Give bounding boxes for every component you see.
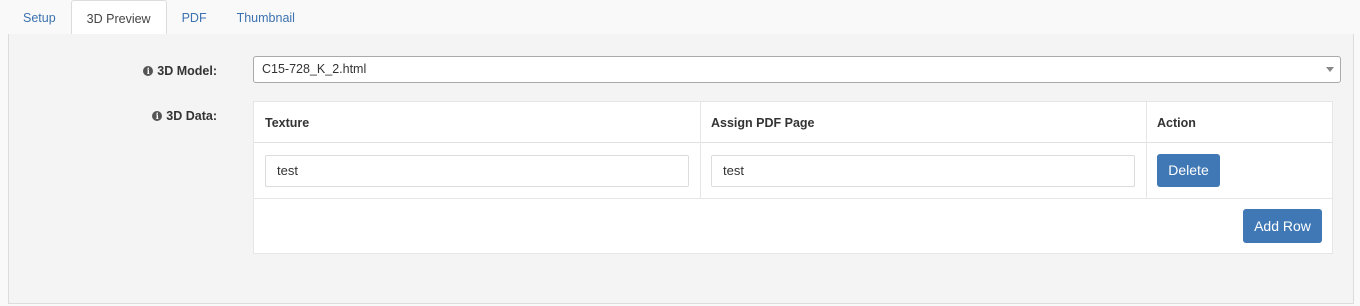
tab-thumbnail[interactable]: Thumbnail — [222, 0, 310, 34]
data-field-label: i 3D Data: — [152, 109, 217, 123]
model-label-text: 3D Model: — [157, 64, 217, 78]
tab-bar: Setup 3D Preview PDF Thumbnail — [8, 0, 1354, 35]
info-icon: i — [143, 66, 154, 76]
delete-button[interactable]: Delete — [1157, 154, 1220, 187]
data-label-text: 3D Data: — [166, 109, 217, 123]
tab-setup[interactable]: Setup — [8, 0, 71, 34]
info-icon: i — [152, 111, 163, 121]
column-header-assign-pdf-page: Assign PDF Page — [711, 116, 815, 130]
tab-panel-3d-preview: i 3D Model: C15-728_K_2.html i 3D Data: … — [8, 34, 1354, 304]
add-row-button[interactable]: Add Row — [1243, 209, 1322, 243]
column-header-texture: Texture — [265, 116, 310, 130]
model-select[interactable]: C15-728_K_2.html — [253, 56, 1341, 83]
table-header: Texture Assign PDF Page Action — [254, 102, 1332, 143]
table-row: test test Delete — [254, 143, 1332, 199]
data-table: Texture Assign PDF Page Action test test… — [253, 101, 1333, 254]
chevron-down-icon — [1326, 67, 1334, 72]
tab-pdf[interactable]: PDF — [167, 0, 222, 34]
texture-input[interactable]: test — [265, 155, 689, 187]
model-field-label: i 3D Model: — [143, 64, 217, 78]
pdf-page-input[interactable]: test — [711, 155, 1135, 187]
column-header-action: Action — [1157, 116, 1196, 130]
tab-3d-preview[interactable]: 3D Preview — [70, 0, 167, 35]
model-select-value: C15-728_K_2.html — [262, 62, 367, 76]
